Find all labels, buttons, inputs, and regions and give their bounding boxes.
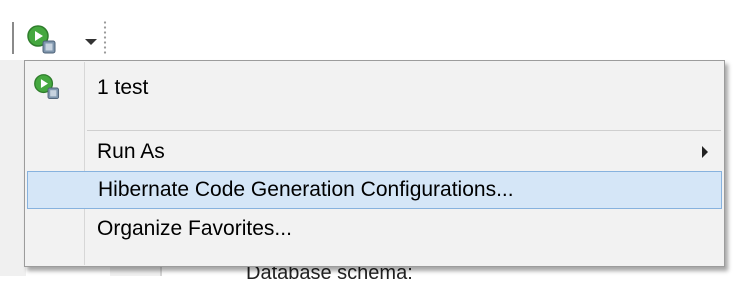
menu-item-run-as[interactable]: Run As bbox=[27, 133, 722, 171]
run-dropdown-menu: 1 test Run As Hibernate Code Generation … bbox=[24, 60, 725, 267]
menu-item-1-test[interactable]: 1 test bbox=[27, 69, 722, 107]
menu-item-label: Organize Favorites... bbox=[97, 217, 292, 240]
menu-item-label: Run As bbox=[97, 140, 165, 163]
toolbar bbox=[0, 0, 750, 58]
chevron-right-icon bbox=[702, 146, 708, 158]
toolbar-grip-handle[interactable] bbox=[103, 20, 107, 54]
menu-item-hibernate-code-generation[interactable]: Hibernate Code Generation Configurations… bbox=[27, 171, 722, 209]
run-config-icon bbox=[34, 74, 60, 100]
background-panel-strip bbox=[0, 60, 26, 276]
chevron-down-icon[interactable] bbox=[78, 28, 104, 54]
menu-item-label: 1 test bbox=[97, 76, 149, 99]
menu-item-organize-favorites[interactable]: Organize Favorites... bbox=[27, 210, 722, 248]
toolbar-separator bbox=[12, 22, 14, 54]
run-config-icon bbox=[27, 25, 56, 54]
menu-separator bbox=[87, 130, 721, 131]
run-button[interactable] bbox=[20, 16, 110, 56]
menu-item-label: Hibernate Code Generation Configurations… bbox=[98, 178, 514, 201]
